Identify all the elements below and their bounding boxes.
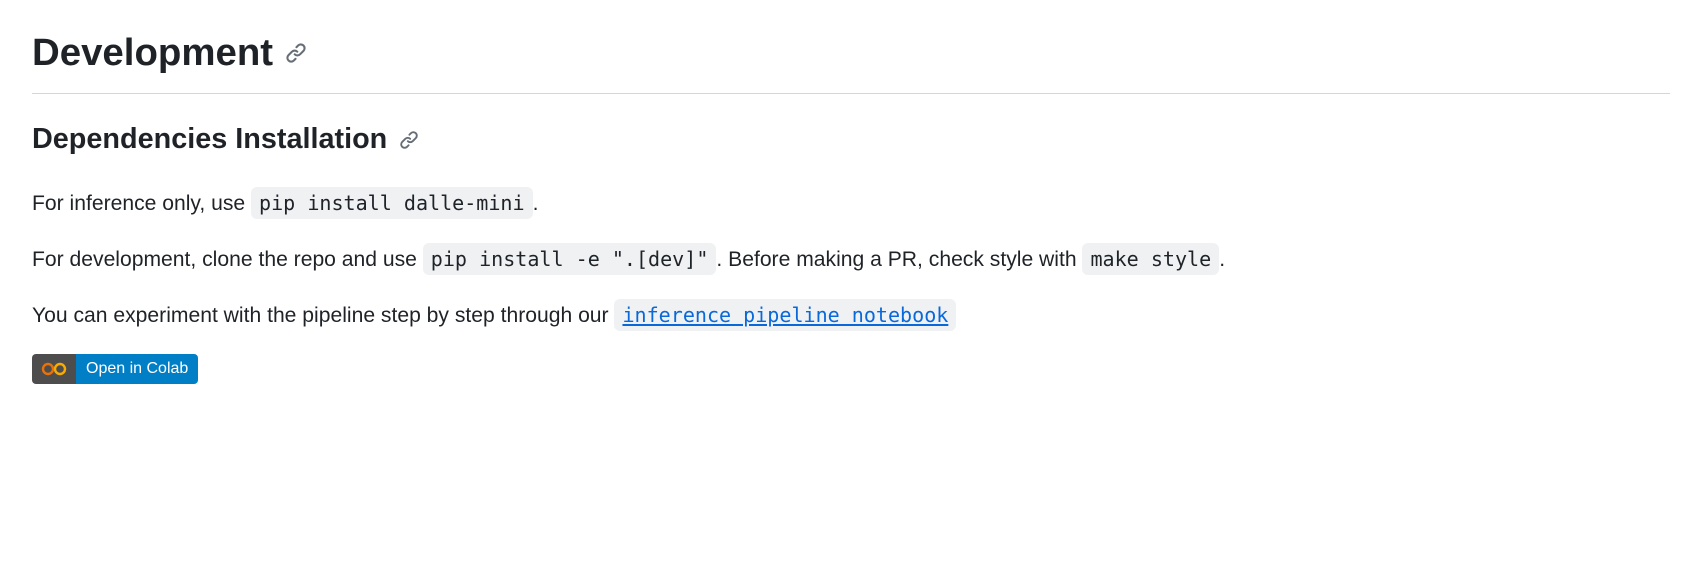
code-inline: pip install -e ".[dev]" (423, 243, 717, 275)
section-heading-dependencies: Dependencies Installation (32, 118, 1670, 170)
paragraph-inference: For inference only, use pip install dall… (32, 186, 1670, 222)
anchor-link-icon[interactable] (285, 42, 307, 64)
open-in-colab-badge[interactable]: Open in Colab (32, 354, 198, 384)
code-inline: make style (1082, 243, 1219, 275)
code-inline: pip install dalle-mini (251, 187, 533, 219)
subheading-text: Dependencies Installation (32, 118, 387, 161)
paragraph-development: For development, clone the repo and use … (32, 242, 1670, 278)
text: . (533, 192, 539, 215)
link-icon (285, 42, 307, 64)
anchor-link-icon[interactable] (399, 130, 419, 150)
badge-container: Open in Colab (32, 354, 1670, 386)
text: . (1219, 248, 1225, 271)
badge-label: Open in Colab (76, 354, 198, 384)
heading-text: Development (32, 24, 273, 82)
text: For development, clone the repo and use (32, 248, 423, 271)
paragraph-notebook: You can experiment with the pipeline ste… (32, 298, 1670, 334)
text: You can experiment with the pipeline ste… (32, 304, 614, 327)
inference-notebook-link[interactable]: inference pipeline notebook (614, 304, 956, 327)
text: For inference only, use (32, 192, 251, 215)
section-heading-development: Development (32, 24, 1670, 94)
link-icon (399, 130, 419, 150)
colab-icon (32, 354, 76, 384)
code-inline: inference pipeline notebook (614, 299, 956, 331)
text: . Before making a PR, check style with (716, 248, 1082, 271)
